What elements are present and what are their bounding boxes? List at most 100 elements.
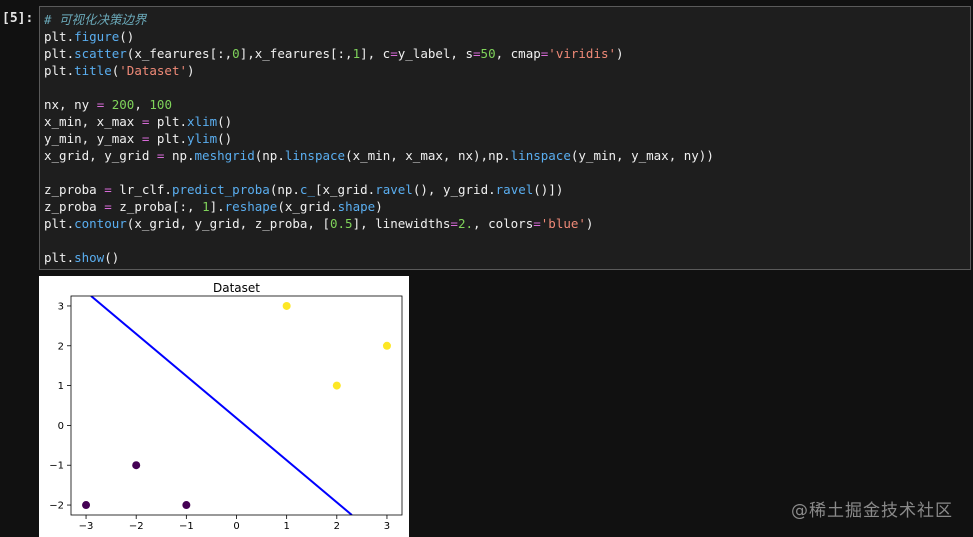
chart-title: Dataset bbox=[213, 281, 260, 295]
code-token: # 可视化决策边界 bbox=[44, 12, 147, 27]
code-token: plt bbox=[44, 250, 67, 265]
code-token: predict_proba bbox=[171, 182, 270, 197]
code-cell[interactable]: # 可视化决策边界 plt.figure() plt.scatter(x_fearu… bbox=[39, 6, 971, 270]
code-token: plt. bbox=[149, 114, 188, 129]
code-token: = bbox=[533, 216, 541, 231]
y-tick-label: 2 bbox=[58, 341, 64, 352]
code-token: ) bbox=[187, 63, 195, 78]
y-tick-label: 3 bbox=[58, 301, 64, 312]
code-token: x_min, x_max bbox=[44, 114, 142, 129]
y-tick-label: −1 bbox=[49, 461, 64, 472]
code-token: show bbox=[74, 250, 105, 265]
code-token: linspace bbox=[284, 148, 346, 163]
code-token: figure bbox=[74, 29, 120, 44]
code-token: . bbox=[66, 216, 75, 231]
code-token: z_proba[:, bbox=[111, 199, 203, 214]
x-tick-label: 0 bbox=[233, 521, 239, 532]
code-token: (np. bbox=[254, 148, 285, 163]
code-token: plt bbox=[44, 29, 67, 44]
code-token: 'blue' bbox=[540, 216, 586, 231]
code-token: 1 bbox=[202, 199, 210, 214]
code-token: = bbox=[104, 182, 112, 197]
code-token: () bbox=[104, 250, 120, 265]
code-token: 0 bbox=[232, 46, 240, 61]
code-token: . bbox=[66, 250, 75, 265]
y-tick-label: 1 bbox=[58, 381, 64, 392]
code-token: ) bbox=[616, 46, 624, 61]
code-token: 100 bbox=[149, 97, 172, 112]
code-token: = bbox=[450, 216, 458, 231]
x-tick-label: −1 bbox=[179, 521, 194, 532]
cell-output: Dataset −3 −2 −1 0 1 2 3 −2 −1 0 1 2 3 bbox=[39, 276, 409, 537]
y-tick-label: 0 bbox=[58, 421, 64, 432]
code-token: lr_clf. bbox=[111, 182, 172, 197]
code-token: plt bbox=[44, 216, 67, 231]
code-token: ) bbox=[585, 216, 594, 231]
code-token: ravel bbox=[375, 182, 413, 197]
code-token: , bbox=[134, 97, 150, 112]
code-token: (), y_grid. bbox=[412, 182, 496, 197]
code-token: 200 bbox=[111, 97, 135, 112]
code-token: ], linewidths bbox=[352, 216, 451, 231]
code-token: scatter bbox=[74, 46, 127, 61]
code-token: (x_fearures[:, bbox=[126, 46, 233, 61]
code-token: c_ bbox=[299, 182, 315, 197]
code-editor[interactable]: # 可视化决策边界 plt.figure() plt.scatter(x_fearu… bbox=[44, 11, 714, 266]
code-line: plt.scatter(x_fearures[:,0],x_fearures[:… bbox=[44, 45, 714, 62]
code-token: xlim bbox=[187, 114, 218, 129]
code-line: plt.show() bbox=[44, 249, 714, 266]
x-tick-label: −3 bbox=[79, 521, 94, 532]
code-token: (x_min, x_max, nx),np. bbox=[345, 148, 511, 163]
code-token: (y_min, y_max, ny)) bbox=[570, 148, 714, 163]
code-line: nx, ny = 200, 100 bbox=[44, 96, 714, 113]
code-token: contour bbox=[74, 216, 127, 231]
code-line: plt.contour(x_grid, y_grid, z_proba, [0.… bbox=[44, 215, 714, 232]
scatter-plot: Dataset −3 −2 −1 0 1 2 3 −2 −1 0 1 2 3 bbox=[49, 281, 403, 532]
code-token: , cmap bbox=[495, 46, 541, 61]
data-point-class-1 bbox=[382, 341, 391, 350]
code-token: y_label, s bbox=[397, 46, 474, 61]
code-token: ]. bbox=[209, 199, 225, 214]
data-point-class-0 bbox=[82, 501, 91, 510]
data-point-class-0 bbox=[132, 461, 141, 470]
code-token: . bbox=[66, 46, 75, 61]
code-token: reshape bbox=[224, 199, 278, 214]
code-token: ravel bbox=[495, 182, 534, 197]
code-token: () bbox=[119, 29, 135, 44]
code-token: ()]) bbox=[533, 182, 564, 197]
code-line: # 可视化决策边界 bbox=[44, 11, 714, 28]
code-token: np. bbox=[164, 148, 195, 163]
code-token: . bbox=[66, 29, 75, 44]
code-token: [x_grid. bbox=[314, 182, 376, 197]
cell-execution-count: [5]: bbox=[2, 11, 34, 26]
code-token: 0.5 bbox=[330, 216, 353, 231]
code-line: x_min, x_max = plt.xlim() bbox=[44, 113, 714, 130]
code-line: plt.figure() bbox=[44, 28, 714, 45]
code-token: . bbox=[66, 63, 75, 78]
code-token: shape bbox=[337, 199, 376, 214]
code-token: nx, ny bbox=[44, 97, 97, 112]
code-token: meshgrid bbox=[194, 148, 255, 163]
code-token: y_min, y_max bbox=[44, 131, 142, 146]
data-point-class-1 bbox=[282, 301, 291, 310]
data-point-class-0 bbox=[182, 501, 191, 510]
data-point-class-1 bbox=[332, 381, 341, 390]
code-token: ) bbox=[375, 199, 383, 214]
code-token: 'viridis' bbox=[548, 46, 617, 61]
x-tick-label: 1 bbox=[283, 521, 289, 532]
code-token: ylim bbox=[187, 131, 218, 146]
code-token: = bbox=[390, 46, 398, 61]
y-tick-label: −2 bbox=[49, 501, 64, 512]
x-tick-label: −2 bbox=[129, 521, 144, 532]
code-token: (x_grid, y_grid, z_proba, [ bbox=[126, 216, 330, 231]
axes-frame bbox=[70, 295, 403, 516]
code-token: ],x_fearures[:, bbox=[239, 46, 353, 61]
code-line: y_min, y_max = plt.ylim() bbox=[44, 130, 714, 147]
code-token: (x_grid. bbox=[277, 199, 338, 214]
code-token: 2. bbox=[457, 216, 474, 231]
code-token: linspace bbox=[510, 148, 571, 163]
code-token: 50 bbox=[480, 46, 496, 61]
